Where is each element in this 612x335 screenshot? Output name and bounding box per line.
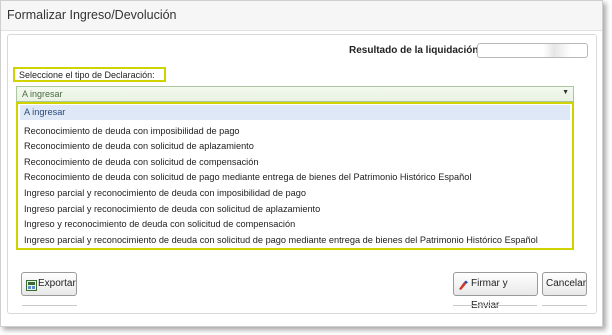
select-value: A ingresar: [22, 89, 63, 99]
divider: [22, 305, 77, 306]
cancel-label: Cancelar: [546, 278, 587, 289]
sign-label: Firmar y Enviar: [471, 278, 508, 311]
option-item[interactable]: Ingreso y reconocimiento de deuda con so…: [20, 217, 570, 232]
option-item[interactable]: Reconocimiento de deuda con solicitud de…: [20, 155, 570, 170]
option-item[interactable]: Ingreso parcial y reconocimiento de deud…: [20, 202, 570, 217]
option-item[interactable]: Reconocimiento de deuda con imposibilida…: [20, 124, 570, 139]
divider: [542, 305, 587, 306]
declaration-options-list: A ingresar Reconocimiento de deuda con i…: [16, 102, 574, 250]
sign-icon: [458, 278, 469, 300]
divider: [453, 305, 537, 306]
cancel-button[interactable]: Cancelar: [542, 272, 587, 296]
option-item[interactable]: Ingreso parcial y reconocimiento de deud…: [20, 186, 570, 201]
declaration-type-select[interactable]: A ingresar ▼: [16, 86, 574, 102]
result-field[interactable]: [477, 43, 588, 58]
window-title: Formalizar Ingreso/Devolución: [7, 8, 177, 22]
result-label: Resultado de la liquidación: [349, 45, 479, 56]
title-bar: Formalizar Ingreso/Devolución: [1, 1, 602, 31]
export-icon: [26, 278, 37, 300]
sign-and-send-button[interactable]: Firmar y Enviar: [453, 272, 538, 311]
option-item[interactable]: Reconocimiento de deuda con solicitud de…: [20, 139, 570, 154]
chevron-down-icon[interactable]: ▼: [562, 89, 569, 96]
export-label: Exportar: [38, 278, 76, 289]
option-item[interactable]: Reconocimiento de deuda con solicitud de…: [20, 170, 570, 185]
declaration-type-label: Seleccione el tipo de Declaración:: [13, 67, 166, 82]
export-button[interactable]: Exportar: [21, 272, 77, 296]
option-a-ingresar[interactable]: A ingresar: [20, 105, 570, 120]
option-item[interactable]: Ingreso parcial y reconocimiento de deud…: [20, 233, 570, 248]
